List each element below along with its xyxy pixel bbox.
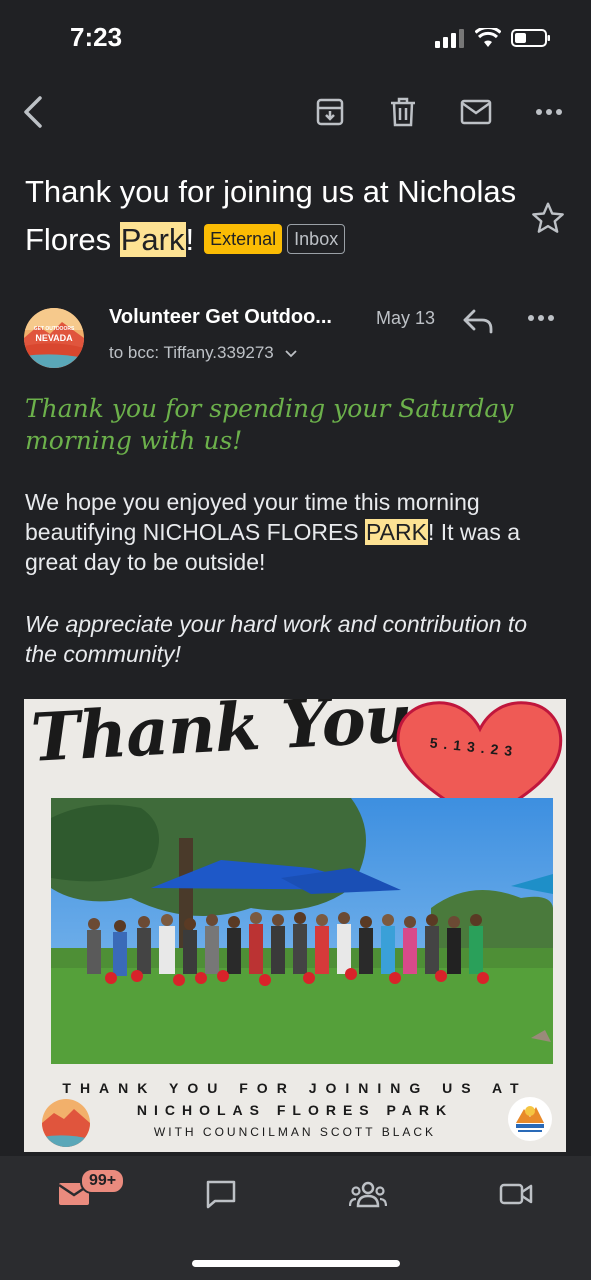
status-bar: 7:23	[0, 0, 591, 80]
nav-chat[interactable]	[197, 1174, 245, 1214]
email-toolbar	[0, 90, 591, 140]
mail-icon	[460, 99, 492, 125]
group-photo	[51, 798, 553, 1064]
spaces-icon	[349, 1181, 387, 1208]
avatar-text: NEVADA	[35, 333, 73, 343]
star-icon	[532, 202, 564, 233]
email-subject: Thank you for joining us at Nicholas Flo…	[25, 168, 525, 264]
more-icon	[536, 109, 562, 115]
flyer-line-1: THANK YOU FOR JOINING US AT	[62, 1080, 528, 1096]
wifi-icon	[475, 28, 501, 47]
subject-suffix: !	[185, 222, 195, 257]
email-date: May 13	[376, 308, 436, 328]
battery-icon	[511, 29, 550, 47]
nav-meet[interactable]	[492, 1174, 540, 1214]
avatar-text-top: GET OUTDOORS	[33, 326, 75, 332]
signal-icon	[435, 29, 464, 48]
mark-unread-button[interactable]	[454, 90, 498, 134]
get-outdoors-nevada-logo	[42, 1099, 90, 1147]
more-icon	[528, 315, 554, 321]
reply-button[interactable]	[462, 308, 502, 344]
sender-avatar[interactable]: GET OUTDOORS NEVADA	[24, 308, 84, 368]
subject-highlight: Park	[119, 222, 186, 257]
status-time: 7:23	[70, 22, 123, 52]
reply-icon	[463, 309, 493, 334]
message-more-button[interactable]	[528, 308, 568, 344]
star-button[interactable]	[530, 200, 566, 236]
flyer-line-3: WITH COUNCILMAN SCOTT BLACK	[153, 1125, 437, 1139]
flyer-title: Thank You	[29, 699, 414, 777]
more-options-button[interactable]	[527, 90, 571, 134]
email-body-paragraph: We hope you enjoyed your time this morni…	[25, 487, 565, 577]
back-icon	[24, 96, 42, 128]
mail-unread-badge: 99+	[80, 1168, 126, 1194]
recipients-line[interactable]: to bcc: Tiffany.339273	[109, 343, 297, 363]
nav-spaces[interactable]	[344, 1174, 392, 1214]
email-body-italic: We appreciate your hard work and contrib…	[25, 611, 528, 667]
recipients-text: to bcc: Tiffany.339273	[109, 343, 274, 362]
archive-button[interactable]	[308, 90, 352, 134]
status-icons	[435, 28, 551, 48]
delete-button[interactable]	[381, 90, 425, 134]
inbox-label[interactable]: Inbox	[287, 223, 346, 254]
trash-icon	[391, 97, 415, 127]
body-highlight: PARK	[365, 519, 428, 545]
home-indicator[interactable]	[192, 1260, 400, 1267]
external-label[interactable]: External	[204, 223, 283, 254]
sender-name[interactable]: Volunteer Get Outdoo...	[109, 306, 332, 329]
chevron-down-icon	[284, 350, 297, 358]
chat-icon	[206, 1180, 236, 1209]
back-button[interactable]	[12, 90, 56, 134]
meet-icon	[499, 1183, 533, 1205]
archive-icon	[316, 98, 344, 126]
email-greeting: Thank you for spending your Saturday mor…	[25, 394, 514, 455]
thank-you-flyer-image[interactable]: Thank You 5.13.23 THANK YOU FOR JOINING …	[24, 699, 566, 1152]
flyer-line-2: NICHOLAS FLORES PARK	[136, 1102, 454, 1118]
city-logo	[508, 1097, 552, 1141]
